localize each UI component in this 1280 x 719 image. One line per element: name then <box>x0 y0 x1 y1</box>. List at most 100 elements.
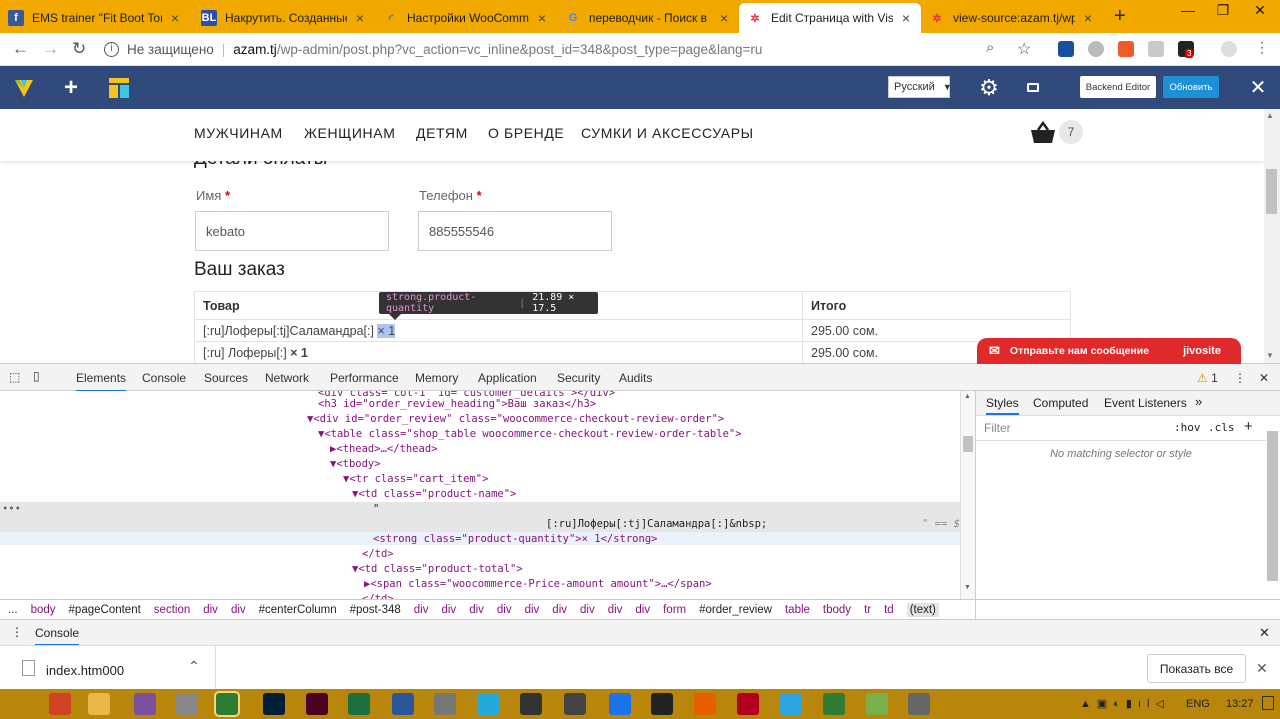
tab-event-listeners[interactable]: Event Listeners <box>1104 396 1187 410</box>
devtools-tab-elements[interactable]: Elements <box>76 371 127 392</box>
photoshop-icon[interactable] <box>263 693 285 715</box>
close-icon[interactable]: ✕ <box>1243 66 1273 109</box>
tab-close-icon[interactable]: × <box>353 10 367 26</box>
menu-item-kids[interactable]: ДЕТЯМ <box>416 125 468 141</box>
browser-tab[interactable]: Gпереводчик - Поиск в G × <box>557 3 739 33</box>
breadcrumb-item[interactable]: div <box>608 604 623 616</box>
dom-node-line[interactable]: </td> <box>362 547 394 562</box>
dom-node-line[interactable]: ▶<thead>…</thead> <box>330 442 437 457</box>
extension-icon[interactable] <box>1058 41 1074 57</box>
download-chevron-icon[interactable]: ⌃ <box>188 658 200 675</box>
menu-item-men[interactable]: МУЖЧИНАМ <box>194 125 283 141</box>
warning-icon[interactable]: ⚠ 1 <box>1197 371 1218 385</box>
scroll-up-arrow[interactable]: ▲ <box>964 393 971 400</box>
breadcrumb-item[interactable]: #order_review <box>699 604 772 616</box>
update-button[interactable]: Обновить <box>1163 76 1219 98</box>
excel-icon[interactable] <box>348 693 370 715</box>
dom-node-line[interactable]: ▶<span class="woocommerce-Price-amount a… <box>364 577 712 592</box>
tab-close-icon[interactable]: × <box>535 10 549 26</box>
pen-icon[interactable] <box>434 693 456 715</box>
devtools-tab-network[interactable]: Network <box>265 371 309 385</box>
extension-icon-gray[interactable] <box>1148 41 1164 57</box>
cloud-extension-icon[interactable] <box>1088 41 1104 57</box>
extension-with-badge-icon[interactable]: 3 <box>1178 41 1194 58</box>
scroll-up-arrow[interactable]: ▲ <box>1266 111 1274 120</box>
menu-item-bags[interactable]: СУМКИ И АКСЕССУАРЫ <box>581 125 754 141</box>
dom-node-line[interactable]: ▼<tr class="cart_item"> <box>343 472 488 487</box>
bookmark-star-icon[interactable]: ☆ <box>1017 39 1031 59</box>
tab-close-icon[interactable]: × <box>168 10 182 26</box>
breadcrumb-item[interactable]: td <box>884 604 894 616</box>
devtools-tab-sources[interactable]: Sources <box>204 371 248 385</box>
add-element-icon[interactable]: + <box>56 66 86 109</box>
styles-filter-input[interactable]: Filter <box>984 421 1011 435</box>
tab-styles[interactable]: Styles <box>986 396 1019 415</box>
breadcrumb-item[interactable]: #pageContent <box>69 604 141 616</box>
page-scrollbar[interactable]: ▲ ▼ <box>1264 109 1280 363</box>
menu-kebab-icon[interactable]: ⋮ <box>1255 39 1269 56</box>
breadcrumb-item[interactable]: #centerColumn <box>259 604 337 616</box>
breadcrumb-item[interactable]: form <box>663 604 686 616</box>
terminal-icon[interactable] <box>651 693 673 715</box>
templates-icon[interactable] <box>104 66 134 109</box>
new-style-rule-icon[interactable]: + <box>1244 418 1253 435</box>
breadcrumb-item[interactable]: body <box>31 604 56 616</box>
viber-icon[interactable] <box>134 693 156 715</box>
filezilla-icon[interactable] <box>737 693 759 715</box>
download-item-name[interactable]: index.htm000 <box>46 663 124 678</box>
powerpoint-icon[interactable] <box>49 693 71 715</box>
breadcrumb-item[interactable]: (text) <box>906 602 939 617</box>
forward-icon[interactable]: → <box>42 39 59 59</box>
devtools-menu-icon[interactable]: ⋮ <box>1234 371 1246 385</box>
breadcrumb-item[interactable]: ... <box>8 604 18 616</box>
dom-node-line[interactable]: ▼<tbody> <box>330 457 381 472</box>
hov-toggle[interactable]: :hov <box>1174 421 1201 434</box>
media-icon[interactable] <box>176 693 198 715</box>
new-tab-button[interactable]: + <box>1114 5 1126 28</box>
backend-editor-button[interactable]: Backend Editor <box>1080 76 1156 98</box>
word-icon[interactable] <box>392 693 414 715</box>
tab-console-drawer[interactable]: Console <box>35 626 80 646</box>
dom-node-line[interactable]: " <box>373 502 379 517</box>
cls-toggle[interactable]: .cls <box>1208 421 1235 434</box>
minimize-button[interactable]: — <box>1170 0 1206 20</box>
menu-item-about[interactable]: О БРЕНДЕ <box>488 125 564 141</box>
drawer-close-icon[interactable]: ✕ <box>1259 625 1270 641</box>
jivosite-chat-widget[interactable]: ✉ Отправьте нам сообщение jivosite <box>977 338 1241 364</box>
tab-close-icon[interactable]: × <box>717 10 731 26</box>
menu-item-women[interactable]: ЖЕНЩИНАМ <box>304 125 395 141</box>
breadcrumb-item[interactable]: div <box>635 604 650 616</box>
show-all-button[interactable]: Показать все <box>1147 654 1246 683</box>
breadcrumb-item[interactable]: div <box>497 604 512 616</box>
scroll-thumb[interactable] <box>963 436 973 452</box>
breadcrumb-item[interactable]: section <box>154 604 190 616</box>
cart-basket-icon[interactable] <box>1030 120 1056 148</box>
scroll-thumb[interactable] <box>1266 169 1277 214</box>
app-icon[interactable] <box>564 693 586 715</box>
more-dots[interactable]: ••• <box>2 502 21 517</box>
breadcrumb-item[interactable]: #post-348 <box>350 604 401 616</box>
elements-scrollbar[interactable]: ▲ ▼ <box>960 391 975 599</box>
browser-tab[interactable]: ✲ view-source:azam.tj/wp- × <box>921 3 1103 33</box>
chrome-icon[interactable] <box>214 691 240 717</box>
file-explorer-icon[interactable] <box>88 693 110 715</box>
dom-node-line[interactable]: <h3 id="order_review_heading">Ваш заказ<… <box>318 397 596 412</box>
styles-scroll-thumb[interactable] <box>1267 431 1278 581</box>
app-icon[interactable] <box>477 693 499 715</box>
first-name-input[interactable]: kebato <box>195 211 389 251</box>
indesign-icon[interactable] <box>306 693 328 715</box>
breadcrumb-item[interactable]: div <box>414 604 429 616</box>
breadcrumb-item[interactable]: div <box>203 604 218 616</box>
restore-button[interactable]: ❐ <box>1205 0 1241 20</box>
start-icon[interactable] <box>12 693 34 715</box>
clock[interactable]: 13:27 <box>1226 698 1254 710</box>
more-tabs-icon[interactable]: » <box>1195 394 1202 409</box>
dom-node-line[interactable]: ▼<table class="shop_table woocommerce-ch… <box>318 427 742 442</box>
devtools-tab-security[interactable]: Security <box>557 371 600 385</box>
inspect-element-icon[interactable]: ⬚ <box>9 370 20 384</box>
breadcrumb-item[interactable]: div <box>525 604 540 616</box>
vc-logo-icon[interactable] <box>8 66 40 109</box>
dom-node-line[interactable]: <strong class="product-quantity">× 1</st… <box>373 532 657 547</box>
devtools-tab-audits[interactable]: Audits <box>619 371 652 385</box>
omnibox[interactable]: i Не защищено | azam.tj/wp-admin/post.ph… <box>104 36 1044 63</box>
